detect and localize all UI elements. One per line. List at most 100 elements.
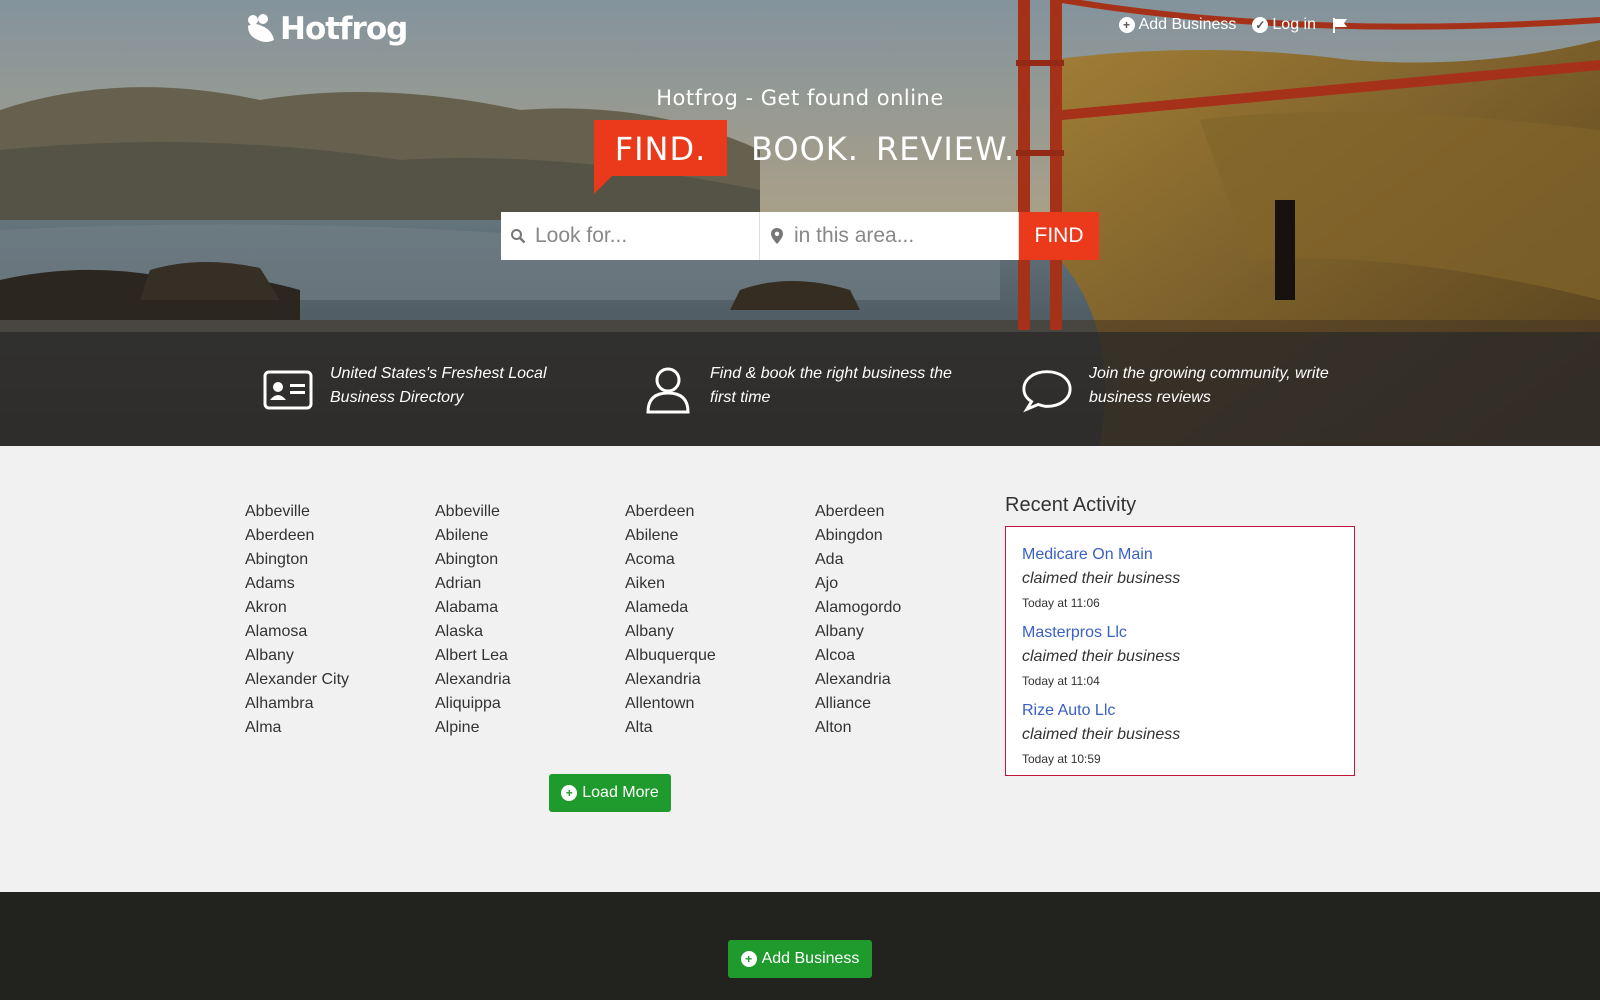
plus-circle-icon: + — [740, 951, 757, 967]
city-link[interactable]: Aiken — [625, 572, 815, 596]
city-link[interactable]: Alton — [815, 716, 1005, 740]
city-link[interactable]: Adams — [245, 572, 435, 596]
city-link[interactable]: Albany — [815, 620, 1005, 644]
city-link[interactable]: Alexandria — [815, 668, 1005, 692]
hotfrog-logo[interactable]: Hotfrog — [244, 8, 408, 50]
city-link[interactable]: Acoma — [625, 548, 815, 572]
city-column-4: Aberdeen Abingdon Ada Ajo Alamogordo Alb… — [815, 500, 1005, 740]
city-link[interactable]: Alexander City — [245, 668, 435, 692]
city-link[interactable]: Aberdeen — [245, 524, 435, 548]
city-link[interactable]: Alexandria — [625, 668, 815, 692]
city-link[interactable]: Aberdeen — [815, 500, 1005, 524]
city-link[interactable]: Aliquippa — [435, 692, 625, 716]
frog-logo-icon — [248, 14, 274, 42]
add-business-label: Add Business — [1138, 16, 1237, 33]
activity-time: Today at 11:06 — [1022, 596, 1100, 610]
log-in-link[interactable]: ✓ Log in — [1252, 16, 1316, 34]
activity-business-link[interactable]: Rize Auto Llc — [1022, 699, 1338, 723]
city-link[interactable]: Abilene — [435, 524, 625, 548]
city-link[interactable]: Alta — [625, 716, 815, 740]
city-directory: Abbeville Aberdeen Abington Adams Akron … — [245, 500, 1005, 740]
city-link[interactable]: Alhambra — [245, 692, 435, 716]
search-icon — [501, 228, 535, 244]
feature-find-book-text: Find & book the right business the first… — [710, 365, 952, 406]
feature-directory-text: United States's Freshest Local Business … — [330, 365, 547, 406]
id-card-icon — [262, 364, 314, 416]
find-tag-tail — [594, 176, 612, 194]
review-word: REVIEW. — [876, 130, 1016, 168]
city-link[interactable]: Abilene — [625, 524, 815, 548]
city-link[interactable]: Albany — [245, 644, 435, 668]
search-bar: FIND — [501, 212, 1099, 260]
plus-circle-icon: + — [1118, 17, 1135, 33]
city-link[interactable]: Alamosa — [245, 620, 435, 644]
activity-business-link[interactable]: Masterpros Llc — [1022, 621, 1338, 645]
city-link[interactable]: Allentown — [625, 692, 815, 716]
city-link[interactable]: Abington — [435, 548, 625, 572]
city-column-3: Aberdeen Abilene Acoma Aiken Alameda Alb… — [625, 500, 815, 740]
city-link[interactable]: Alliance — [815, 692, 1005, 716]
city-link[interactable]: Ada — [815, 548, 1005, 572]
log-in-label: Log in — [1272, 16, 1316, 33]
city-column-1: Abbeville Aberdeen Abington Adams Akron … — [245, 500, 435, 740]
city-link[interactable]: Alcoa — [815, 644, 1005, 668]
city-link[interactable]: Alamogordo — [815, 596, 1005, 620]
top-navigation: + Add Business ✓ Log in — [1118, 16, 1348, 34]
area-input[interactable] — [794, 224, 1009, 248]
city-link[interactable]: Ajo — [815, 572, 1005, 596]
activity-action: claimed their business — [1022, 648, 1181, 665]
city-link[interactable]: Abbeville — [435, 500, 625, 524]
city-link[interactable]: Alameda — [625, 596, 815, 620]
activity-item: Medicare On Main claimed their business … — [1022, 543, 1338, 615]
activity-time: Today at 11:04 — [1022, 674, 1100, 688]
activity-business-link[interactable]: Medicare On Main — [1022, 543, 1338, 567]
hero-tagline: Hotfrog - Get found online — [656, 86, 944, 110]
add-business-link[interactable]: + Add Business — [1118, 16, 1237, 34]
activity-item: Rize Auto Llc claimed their business Tod… — [1022, 699, 1338, 771]
city-link[interactable]: Abingdon — [815, 524, 1005, 548]
activity-time: Today at 10:59 — [1022, 752, 1101, 766]
activity-action: claimed their business — [1022, 726, 1181, 743]
footer: + Add Business — [0, 892, 1600, 1000]
load-more-button[interactable]: + Load More — [549, 774, 671, 812]
city-link[interactable]: Alpine — [435, 716, 625, 740]
feature-community-text: Join the growing community, write busine… — [1089, 365, 1329, 406]
where-field — [760, 212, 1019, 260]
features-band: United States's Freshest Local Business … — [0, 332, 1600, 446]
find-button[interactable]: FIND — [1019, 212, 1099, 260]
country-flag-button[interactable] — [1332, 17, 1348, 33]
look-for-input[interactable] — [535, 224, 750, 248]
city-link[interactable]: Alaska — [435, 620, 625, 644]
check-circle-icon: ✓ — [1252, 17, 1269, 33]
city-link[interactable]: Albany — [625, 620, 815, 644]
activity-action: claimed their business — [1022, 570, 1181, 587]
flag-icon — [1333, 18, 1347, 33]
recent-activity-title: Recent Activity — [1005, 494, 1137, 516]
feature-directory: United States's Freshest Local Business … — [262, 362, 590, 416]
city-link[interactable]: Alexandria — [435, 668, 625, 692]
logo-text: Hotfrog — [280, 11, 408, 47]
city-link[interactable]: Alabama — [435, 596, 625, 620]
what-field — [501, 212, 760, 260]
city-link[interactable]: Abington — [245, 548, 435, 572]
user-icon — [642, 364, 694, 416]
city-link[interactable]: Aberdeen — [625, 500, 815, 524]
footer-add-business-button[interactable]: + Add Business — [728, 940, 872, 978]
city-link[interactable]: Alma — [245, 716, 435, 740]
book-word: BOOK. — [751, 130, 859, 168]
load-more-label: Load More — [582, 784, 659, 801]
city-link[interactable]: Albert Lea — [435, 644, 625, 668]
recent-activity-panel: Medicare On Main claimed their business … — [1005, 526, 1355, 776]
map-marker-icon — [760, 227, 794, 245]
footer-add-business-label: Add Business — [761, 950, 860, 967]
find-word: FIND. — [594, 120, 727, 176]
city-link[interactable]: Abbeville — [245, 500, 435, 524]
feature-community: Join the growing community, write busine… — [1021, 362, 1349, 416]
speech-bubble-icon — [1021, 364, 1073, 416]
plus-circle-icon: + — [561, 785, 578, 801]
city-link[interactable]: Albuquerque — [625, 644, 815, 668]
city-column-2: Abbeville Abilene Abington Adrian Alabam… — [435, 500, 625, 740]
activity-item: Masterpros Llc claimed their business To… — [1022, 621, 1338, 693]
city-link[interactable]: Adrian — [435, 572, 625, 596]
city-link[interactable]: Akron — [245, 596, 435, 620]
